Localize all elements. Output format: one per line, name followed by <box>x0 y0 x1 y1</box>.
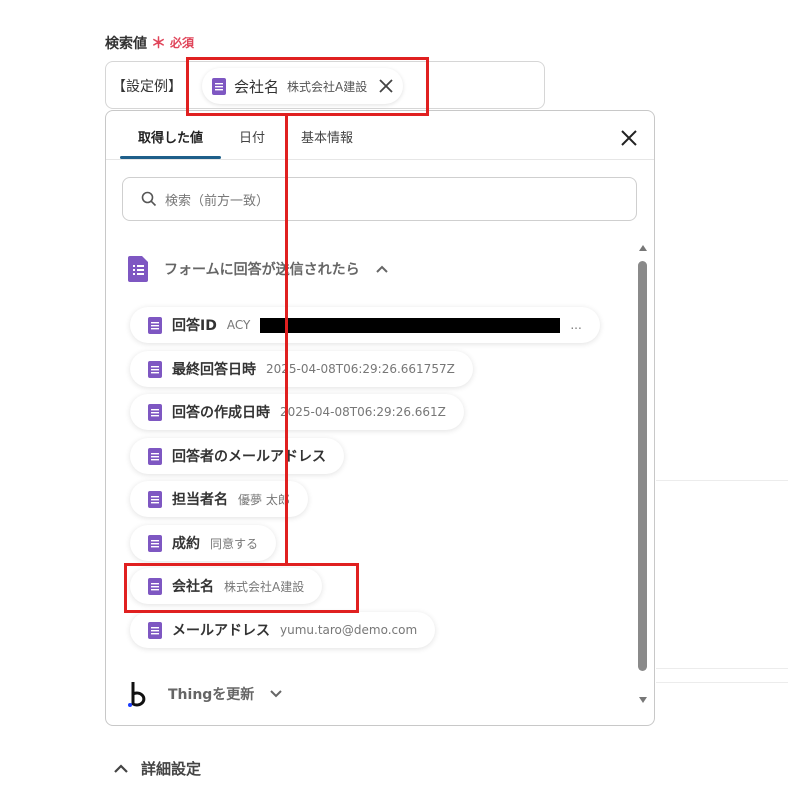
item-label: 回答者のメールアドレス <box>172 449 326 465</box>
section-header-thing[interactable]: Thingを更新 <box>128 681 283 707</box>
background-divider <box>656 668 788 669</box>
form-doc-icon <box>148 447 162 465</box>
section-header-form[interactable]: フォームに回答が送信されたら <box>128 256 388 282</box>
form-doc-icon <box>148 403 162 421</box>
item-label: 最終回答日時 <box>172 362 256 378</box>
section-title: Thingを更新 <box>168 687 255 703</box>
item-label: 担当者名 <box>172 492 228 508</box>
value-picker-panel: 取得した値 日付 基本情報 検索（前方一致） フォームに回答が送信されたら 回答… <box>105 110 655 726</box>
chevron-up-icon <box>114 763 128 773</box>
list-item-person-in-charge[interactable]: 担当者名 優夢 太郎 <box>130 481 308 517</box>
item-value: 2025-04-08T06:29:26.661757Z <box>266 362 455 376</box>
highlight-box-selected-chip <box>186 57 429 116</box>
item-value: ACY <box>226 318 251 332</box>
scroll-up-arrow-icon[interactable] <box>639 245 647 251</box>
list-item-email-address[interactable]: メールアドレス yumu.taro@demo.com <box>130 612 436 648</box>
chevron-down-icon[interactable] <box>270 690 283 698</box>
list-item-response-created-time[interactable]: 回答の作成日時 2025-04-08T06:29:26.661Z <box>130 394 464 430</box>
search-input[interactable]: 検索（前方一致） <box>122 177 637 221</box>
bubble-logo-icon <box>128 682 146 707</box>
item-ellipsis: ... <box>570 318 582 332</box>
redaction-bar <box>260 317 561 333</box>
section-title: フォームに回答が送信されたら <box>164 262 360 278</box>
list-item-contract[interactable]: 成約 同意する <box>130 525 277 561</box>
field-label: 検索値 ＊ 必須 <box>105 32 194 53</box>
highlight-box-company-item <box>124 563 359 613</box>
input-prefix: 【設定例】 <box>112 79 182 95</box>
highlight-connector-line <box>285 115 288 565</box>
background-divider <box>656 682 788 683</box>
item-value: 2025-04-08T06:29:26.661Z <box>280 405 446 419</box>
background-divider <box>656 480 788 481</box>
close-icon[interactable] <box>618 127 640 149</box>
scrollbar-thumb[interactable] <box>638 261 647 671</box>
scrollbar[interactable] <box>636 241 650 711</box>
required-star: ＊ <box>151 34 167 52</box>
item-value: 同意する <box>210 536 259 551</box>
tab-date[interactable]: 日付 <box>221 111 283 159</box>
form-doc-icon <box>148 316 162 334</box>
item-label: 回答ID <box>172 318 217 334</box>
form-doc-icon <box>148 534 162 552</box>
item-label: メールアドレス <box>172 623 270 639</box>
tab-retrieved-values[interactable]: 取得した値 <box>120 111 222 159</box>
advanced-settings-toggle[interactable]: 詳細設定 <box>113 758 201 779</box>
field-label-text: 検索値 <box>105 35 147 52</box>
item-value: 優夢 太郎 <box>238 492 290 507</box>
search-icon <box>141 191 157 207</box>
tab-basic-info[interactable]: 基本情報 <box>283 111 371 159</box>
item-label: 成約 <box>172 536 200 552</box>
list-item-respondent-email[interactable]: 回答者のメールアドレス <box>130 438 344 474</box>
scroll-down-arrow-icon[interactable] <box>639 697 647 703</box>
list-item-response-id[interactable]: 回答ID ACY ... <box>130 307 600 343</box>
form-doc-icon <box>148 621 162 639</box>
google-forms-icon <box>128 256 148 282</box>
form-doc-icon <box>148 490 162 508</box>
tab-bar: 取得した値 日付 基本情報 <box>120 111 371 159</box>
advanced-settings-label: 詳細設定 <box>141 760 202 778</box>
tabs-divider <box>106 159 654 160</box>
item-label: 回答の作成日時 <box>172 405 270 421</box>
search-placeholder: 検索（前方一致） <box>165 193 270 209</box>
form-doc-icon <box>148 360 162 378</box>
chevron-up-icon[interactable] <box>375 265 388 273</box>
list-item-last-response-time[interactable]: 最終回答日時 2025-04-08T06:29:26.661757Z <box>130 351 473 387</box>
item-value: yumu.taro@demo.com <box>280 623 418 637</box>
required-text: 必須 <box>170 36 195 50</box>
